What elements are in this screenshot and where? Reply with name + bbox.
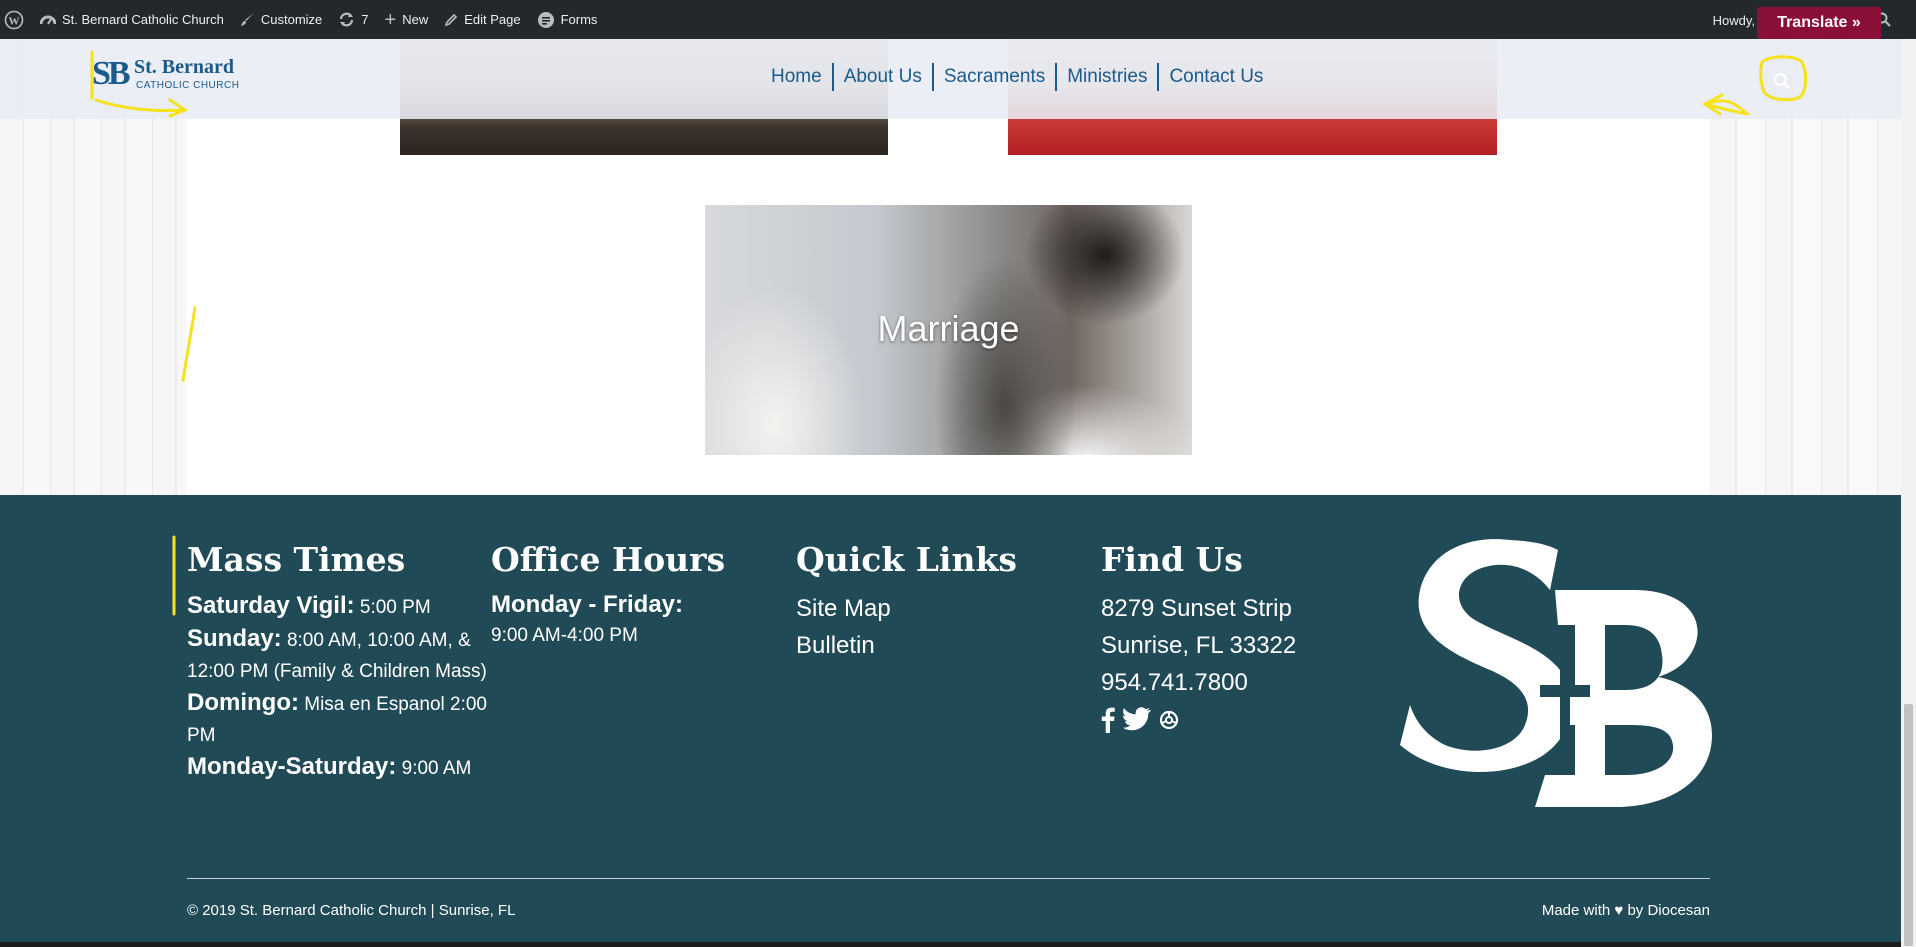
customize-label: Customize	[260, 12, 323, 27]
address-line-2: Sunrise, FL 33322	[1101, 632, 1297, 659]
dashboard-icon	[40, 15, 56, 25]
made-with-credit[interactable]: Made with ♥ by Diocesan	[1450, 902, 1710, 919]
paintbrush-icon	[240, 13, 254, 26]
translate-button[interactable]: Translate »	[1757, 7, 1881, 39]
site-header: SB St. Bernard CATHOLIC CHURCH Home Abou…	[0, 39, 1901, 119]
quick-links-title: Quick Links	[796, 540, 1017, 579]
nav-about-us[interactable]: About Us	[834, 63, 934, 91]
office-days: Monday - Friday:	[491, 591, 684, 618]
forms-link[interactable]: Forms	[537, 11, 598, 29]
scrollbar-thumb[interactable]	[1904, 704, 1913, 946]
marriage-label: Marriage	[877, 308, 1020, 349]
footer-divider	[187, 878, 1710, 879]
find-us-section: Find Us 8279 Sunset Strip Sunrise, FL 33…	[1101, 542, 1401, 733]
phone-number[interactable]: 954.741.7800	[1101, 664, 1401, 701]
sacrament-tile-marriage[interactable]: Marriage	[705, 205, 1192, 455]
office-time: 9:00 AM-4:00 PM	[491, 625, 638, 646]
site-logo[interactable]: SB St. Bernard CATHOLIC CHURCH	[92, 54, 242, 96]
updates-count: 7	[361, 12, 369, 27]
facebook-icon[interactable]	[1101, 707, 1115, 733]
nav-ministries[interactable]: Ministries	[1057, 63, 1160, 91]
site-name-label: St. Bernard Catholic Church	[62, 12, 224, 27]
site-name-link[interactable]: St. Bernard Catholic Church	[40, 12, 224, 27]
edit-page-label: Edit Page	[464, 12, 521, 27]
mass-line: Saturday Vigil: 5:00 PM	[187, 592, 431, 619]
nav-sacraments[interactable]: Sacraments	[934, 63, 1058, 91]
nav-contact-us[interactable]: Contact Us	[1159, 63, 1273, 91]
find-us-title: Find Us	[1101, 540, 1243, 579]
logo-subtitle: CATHOLIC CHURCH	[136, 80, 240, 91]
forms-label: Forms	[560, 12, 598, 27]
mass-times-section: Mass Times Saturday Vigil: 5:00 PM Sunda…	[187, 542, 487, 784]
office-hours-title: Office Hours	[491, 540, 726, 579]
new-link[interactable]: + New	[384, 8, 429, 31]
new-label: New	[402, 12, 429, 27]
main-nav: Home About Us Sacraments Ministries Cont…	[765, 63, 1273, 91]
mass-times-title: Mass Times	[187, 540, 406, 579]
logo-mark: SB	[92, 55, 131, 92]
edit-page-link[interactable]: Edit Page	[444, 12, 521, 27]
pencil-icon	[444, 13, 458, 26]
search-icon	[1774, 73, 1790, 89]
flickr-icon[interactable]	[1159, 710, 1179, 730]
twitter-icon[interactable]	[1123, 707, 1151, 731]
address-line-1: 8279 Sunset Strip	[1101, 595, 1292, 622]
copyright-text: © 2019 St. Bernard Catholic Church | Sun…	[187, 902, 516, 919]
page-scrollbar[interactable]	[1901, 39, 1916, 947]
wordpress-logo-icon[interactable]: W	[4, 10, 24, 30]
customize-link[interactable]: Customize	[240, 12, 322, 27]
forms-icon	[537, 11, 554, 28]
office-hours-section: Office Hours Monday - Friday: 9:00 AM-4:…	[491, 542, 791, 652]
updates-link[interactable]: 7	[338, 12, 369, 27]
site-footer: Mass Times Saturday Vigil: 5:00 PM Sunda…	[0, 495, 1901, 942]
footer-sb-logo	[1400, 539, 1712, 807]
mass-line: Sunday: 8:00 AM, 10:00 AM, & 12:00 PM (F…	[187, 625, 487, 682]
plus-icon: +	[384, 8, 397, 31]
admin-bar: W St. Bernard Catholic Church Customize …	[0, 0, 1916, 39]
refresh-icon	[340, 12, 354, 27]
mass-line: Monday-Saturday: 9:00 AM	[187, 753, 472, 780]
svg-text:W: W	[9, 15, 20, 27]
link-site-map[interactable]: Site Map	[796, 590, 1096, 627]
quick-links-section: Quick Links Site Map Bulletin	[796, 542, 1096, 664]
search-button[interactable]	[1762, 63, 1802, 99]
mass-line: Domingo: Misa en Espanol 2:00 PM	[187, 689, 487, 746]
nav-home[interactable]: Home	[765, 63, 834, 91]
logo-name: St. Bernard	[134, 56, 234, 78]
social-links	[1101, 707, 1401, 733]
link-bulletin[interactable]: Bulletin	[796, 627, 1096, 664]
bottom-strip	[0, 942, 1901, 947]
